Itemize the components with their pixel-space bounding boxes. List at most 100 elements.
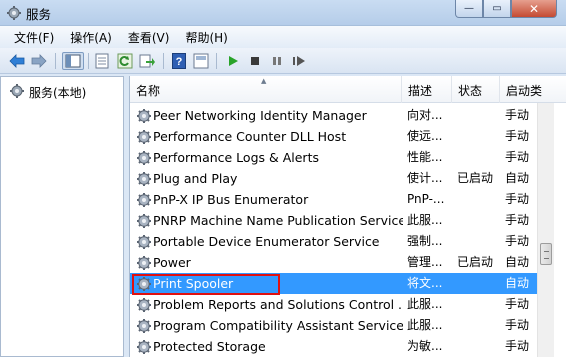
service-status: 已启动 <box>457 255 494 269</box>
service-row[interactable]: Portable Device Enumerator Service 强制...… <box>130 231 540 252</box>
service-gear-icon <box>136 234 152 250</box>
refresh-icon[interactable] <box>116 52 134 70</box>
service-name: Protected Storage <box>153 339 266 354</box>
service-gear-icon <box>136 297 152 313</box>
menu-bar: 文件(F) 操作(A) 查看(V) 帮助(H) <box>0 26 566 48</box>
service-description: PnP-... <box>407 192 445 206</box>
service-status <box>457 147 499 168</box>
menu-view[interactable]: 查看(V) <box>120 29 178 46</box>
service-name: PNRP Machine Name Publication Service <box>153 213 403 228</box>
restart-icon[interactable] <box>290 52 308 70</box>
service-row[interactable]: Program Compatibility Assistant Service … <box>130 315 540 336</box>
service-gear-icon <box>136 150 152 166</box>
service-status: 已启动 <box>457 171 494 185</box>
service-description: 使远... <box>407 129 443 143</box>
service-status <box>457 273 499 294</box>
service-name: Power <box>153 255 191 270</box>
services-list-pane: 名称 ▲ 描述 状态 启动类 Peer Networking Identity … <box>129 76 566 357</box>
service-name: Performance Counter DLL Host <box>153 129 347 144</box>
service-startup-type: 手动 <box>505 108 530 122</box>
back-icon[interactable] <box>8 52 26 70</box>
export-icon[interactable] <box>138 52 156 70</box>
service-description: 性能... <box>407 150 443 164</box>
column-header-startup-type[interactable]: 启动类 <box>500 76 560 103</box>
service-status <box>457 315 499 336</box>
service-row[interactable]: Problem Reports and Solutions Control ..… <box>130 294 540 315</box>
window-title: 服务 <box>26 7 52 22</box>
service-gear-icon <box>136 339 152 355</box>
service-name: Peer Networking Identity Manager <box>153 108 367 123</box>
properties-icon[interactable] <box>93 52 111 70</box>
services-table: Peer Networking Identity Manager 向对... 手… <box>130 105 540 357</box>
scrollbar-thumb[interactable] <box>540 243 552 265</box>
service-name: Portable Device Enumerator Service <box>153 234 380 249</box>
service-startup-type: 自动 <box>505 171 530 185</box>
maximize-button[interactable]: ▭ <box>483 0 511 18</box>
service-startup-type: 手动 <box>505 234 530 248</box>
view-icon[interactable] <box>192 52 210 70</box>
service-startup-type: 手动 <box>505 297 530 311</box>
service-name: PnP-X IP Bus Enumerator <box>153 192 309 207</box>
close-button[interactable]: ✕ <box>511 0 557 18</box>
service-description: 此服... <box>407 318 443 332</box>
vertical-scrollbar[interactable] <box>537 103 554 357</box>
show-tree-icon[interactable] <box>62 52 84 70</box>
service-description: 使计... <box>407 171 443 185</box>
title-bar: 服务 — ▭ ✕ <box>0 0 566 26</box>
service-row[interactable]: Protected Storage 为敏... 手动 <box>130 336 540 357</box>
service-gear-icon <box>136 255 152 271</box>
menu-help[interactable]: 帮助(H) <box>177 29 235 46</box>
service-row[interactable]: Performance Counter DLL Host 使远... 手动 <box>130 126 540 147</box>
column-header-description[interactable]: 描述 <box>402 76 452 103</box>
service-gear-icon <box>136 108 152 124</box>
service-startup-type: 手动 <box>505 129 530 143</box>
service-name: Program Compatibility Assistant Service <box>153 318 403 333</box>
service-gear-icon <box>136 318 152 334</box>
service-startup-type: 自动 <box>505 276 530 290</box>
services-gear-icon <box>9 83 25 102</box>
service-status <box>457 105 499 126</box>
service-startup-type: 自动 <box>505 255 530 269</box>
service-status <box>457 126 499 147</box>
service-row[interactable]: Power 管理... 已启动 自动 <box>130 252 540 273</box>
stop-icon[interactable] <box>246 52 264 70</box>
service-gear-icon <box>136 129 152 145</box>
column-header: 名称 ▲ 描述 状态 启动类 <box>130 76 566 103</box>
service-status <box>457 210 499 231</box>
help-icon[interactable]: ? <box>170 52 188 70</box>
pause-icon[interactable] <box>268 52 286 70</box>
sort-ascending-icon: ▲ <box>261 77 267 85</box>
menu-file[interactable]: 文件(F) <box>6 29 62 46</box>
menu-action[interactable]: 操作(A) <box>62 29 120 46</box>
service-row[interactable]: PnP-X IP Bus Enumerator PnP-... 手动 <box>130 189 540 210</box>
service-startup-type: 手动 <box>505 192 530 206</box>
service-description: 为敏... <box>407 339 443 353</box>
service-description: 此服... <box>407 213 443 227</box>
service-startup-type: 手动 <box>505 213 530 227</box>
service-name: Performance Logs & Alerts <box>153 150 319 165</box>
service-startup-type: 手动 <box>505 150 530 164</box>
service-description: 将文... <box>407 276 443 290</box>
svg-text:?: ? <box>176 56 183 68</box>
service-gear-icon <box>136 213 152 229</box>
service-status <box>457 336 499 357</box>
minimize-button[interactable]: — <box>455 0 483 18</box>
service-description: 向对... <box>407 108 443 122</box>
tree-node-label: 服务(本地) <box>29 86 87 100</box>
start-icon[interactable] <box>224 52 242 70</box>
service-gear-icon <box>136 192 152 208</box>
service-row[interactable]: Peer Networking Identity Manager 向对... 手… <box>130 105 540 126</box>
service-row[interactable]: Performance Logs & Alerts 性能... 手动 <box>130 147 540 168</box>
print-spooler-highlight <box>132 274 280 295</box>
services-gear-icon <box>6 5 22 21</box>
tree-node-services-local[interactable]: 服务(本地) <box>9 83 86 102</box>
service-row[interactable]: PNRP Machine Name Publication Service 此服… <box>130 210 540 231</box>
service-description: 管理... <box>407 255 443 269</box>
service-row[interactable]: Plug and Play 使计... 已启动 自动 <box>130 168 540 189</box>
column-header-status[interactable]: 状态 <box>452 76 500 103</box>
service-status <box>457 231 499 252</box>
service-startup-type: 手动 <box>505 339 530 353</box>
forward-icon[interactable] <box>30 52 48 70</box>
service-startup-type: 手动 <box>505 318 530 332</box>
service-description: 此服... <box>407 297 443 311</box>
